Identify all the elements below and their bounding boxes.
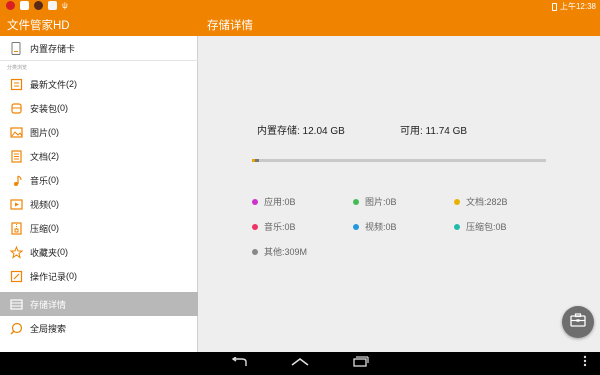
legend-apps: 应用:0B (252, 195, 296, 208)
legend-documents: 文档:282B (454, 195, 508, 208)
sidebar-item-label: 收藏夹 (30, 247, 58, 258)
available-storage-text: 可用: 11.74 GB (400, 126, 468, 137)
overflow-menu-icon (583, 354, 587, 372)
notification-mail-icon (20, 1, 29, 10)
home-button[interactable] (291, 356, 309, 370)
action-bar: 文件管家HD 存储详情 (0, 13, 600, 36)
sidebar-item-documents[interactable]: 文档 (2) (0, 144, 198, 168)
back-icon (230, 354, 248, 372)
sidebar-item-label: 内置存储卡 (30, 43, 76, 54)
item-count: (0) (48, 175, 60, 185)
sidebar-item-label: 压缩 (30, 223, 49, 234)
legend-label: 视频:0B (365, 222, 397, 232)
history-icon (9, 269, 23, 283)
status-right: 上午12:38 (551, 0, 596, 13)
sidebar: 内置存储卡 分类浏览 最新文件 (2) 安装包 (0) 图片 (0) 文档 (2) 音乐… (0, 36, 198, 352)
sidebar-item-label: 安装包 (30, 103, 58, 114)
sidebar-item-images[interactable]: 图片 (0) (0, 120, 198, 144)
sidebar-item-label: 视频 (30, 199, 49, 210)
recent-apps-button[interactable] (352, 356, 370, 370)
total-storage-text: 内置存储: 12.04 GB (257, 126, 345, 137)
legend-dot (252, 223, 258, 230)
sidebar-item-label: 操作记录 (30, 271, 67, 282)
legend-dot (353, 223, 359, 230)
legend-music: 音乐:0B (252, 220, 296, 233)
legend-dot (454, 223, 460, 230)
sidebar-item-label: 全局搜索 (30, 323, 67, 334)
toolbox-button[interactable] (562, 306, 594, 338)
item-count: (0) (57, 103, 69, 113)
sdcard-icon (9, 41, 23, 55)
item-count: (0) (57, 247, 69, 257)
app-title: 文件管家HD (7, 20, 70, 32)
legend-label: 音乐:0B (264, 222, 296, 232)
sidebar-item-videos[interactable]: 视频 (0) (0, 192, 198, 216)
sidebar-item-label: 存储详情 (30, 299, 67, 310)
star-icon (9, 245, 23, 259)
legend-label: 压缩包:0B (466, 222, 507, 232)
legend-dot (454, 198, 460, 205)
legend-dot (252, 248, 258, 255)
sidebar-item-packages[interactable]: 安装包 (0) (0, 96, 198, 120)
item-count: (0) (48, 127, 60, 137)
status-bar: ψ 上午12:38 (0, 0, 600, 13)
image-icon (9, 125, 23, 139)
back-button[interactable] (230, 356, 248, 370)
item-count: (0) (66, 271, 78, 281)
sidebar-item-label: 音乐 (30, 175, 49, 186)
sidebar-item-label: 图片 (30, 127, 49, 138)
notification-icons: ψ (6, 1, 71, 10)
menu-button[interactable] (580, 354, 590, 372)
sidebar-item-recent[interactable]: 最新文件 (2) (0, 72, 198, 96)
storage-detail-panel: 内置存储: 12.04 GB 可用: 11.74 GB 应用:0B 图片:0B … (199, 36, 600, 352)
legend-label: 其他:309M (264, 247, 308, 257)
navigation-bar (0, 352, 600, 375)
sidebar-item-archives[interactable]: 压缩 (0) (0, 216, 198, 240)
package-icon (9, 101, 23, 115)
item-count: (0) (48, 199, 60, 209)
sidebar-item-label: 文档 (30, 151, 49, 162)
sidebar-item-music[interactable]: 音乐 (0) (0, 168, 198, 192)
status-time: 上午12:38 (559, 2, 596, 11)
usb-icon: ψ (62, 1, 68, 10)
recent-apps-icon (353, 354, 369, 372)
legend-dot (252, 198, 258, 205)
notification-message-icon (48, 1, 57, 10)
legend-other: 其他:309M (252, 245, 307, 258)
battery-icon (551, 2, 557, 11)
divider (0, 60, 198, 61)
section-label: 分类浏览 (7, 65, 28, 71)
legend-dot (353, 198, 359, 205)
legend-archives: 压缩包:0B (454, 220, 507, 233)
sidebar-item-favorites[interactable]: 收藏夹 (0) (0, 240, 198, 264)
video-icon (9, 197, 23, 211)
sidebar-item-internal-storage[interactable]: 内置存储卡 (0, 36, 198, 60)
sidebar-item-label: 最新文件 (30, 79, 67, 90)
legend-label: 文档:282B (466, 197, 508, 207)
notification-app-icon (6, 1, 15, 10)
storage-detail-icon (9, 297, 23, 311)
sidebar-item-storage-detail[interactable]: 存储详情 (0, 292, 198, 316)
legend-label: 图片:0B (365, 197, 397, 207)
item-count: (0) (48, 223, 60, 233)
storage-usage-bar (252, 159, 546, 162)
archive-icon (9, 221, 23, 235)
document-icon (9, 149, 23, 163)
music-icon (9, 173, 23, 187)
legend-videos: 视频:0B (353, 220, 397, 233)
recent-files-icon (9, 77, 23, 91)
sidebar-item-history[interactable]: 操作记录 (0) (0, 264, 198, 288)
sidebar-item-global-search[interactable]: 全局搜索 (0, 316, 198, 340)
item-count: (2) (48, 151, 60, 161)
item-count: (2) (66, 79, 78, 89)
legend-images: 图片:0B (353, 195, 397, 208)
usage-fill-other (255, 159, 259, 162)
search-icon (9, 321, 23, 335)
notification-info-icon (34, 1, 43, 10)
toolbox-icon (570, 312, 586, 332)
home-icon (290, 354, 310, 372)
page-title: 存储详情 (207, 20, 253, 32)
legend-label: 应用:0B (264, 197, 296, 207)
